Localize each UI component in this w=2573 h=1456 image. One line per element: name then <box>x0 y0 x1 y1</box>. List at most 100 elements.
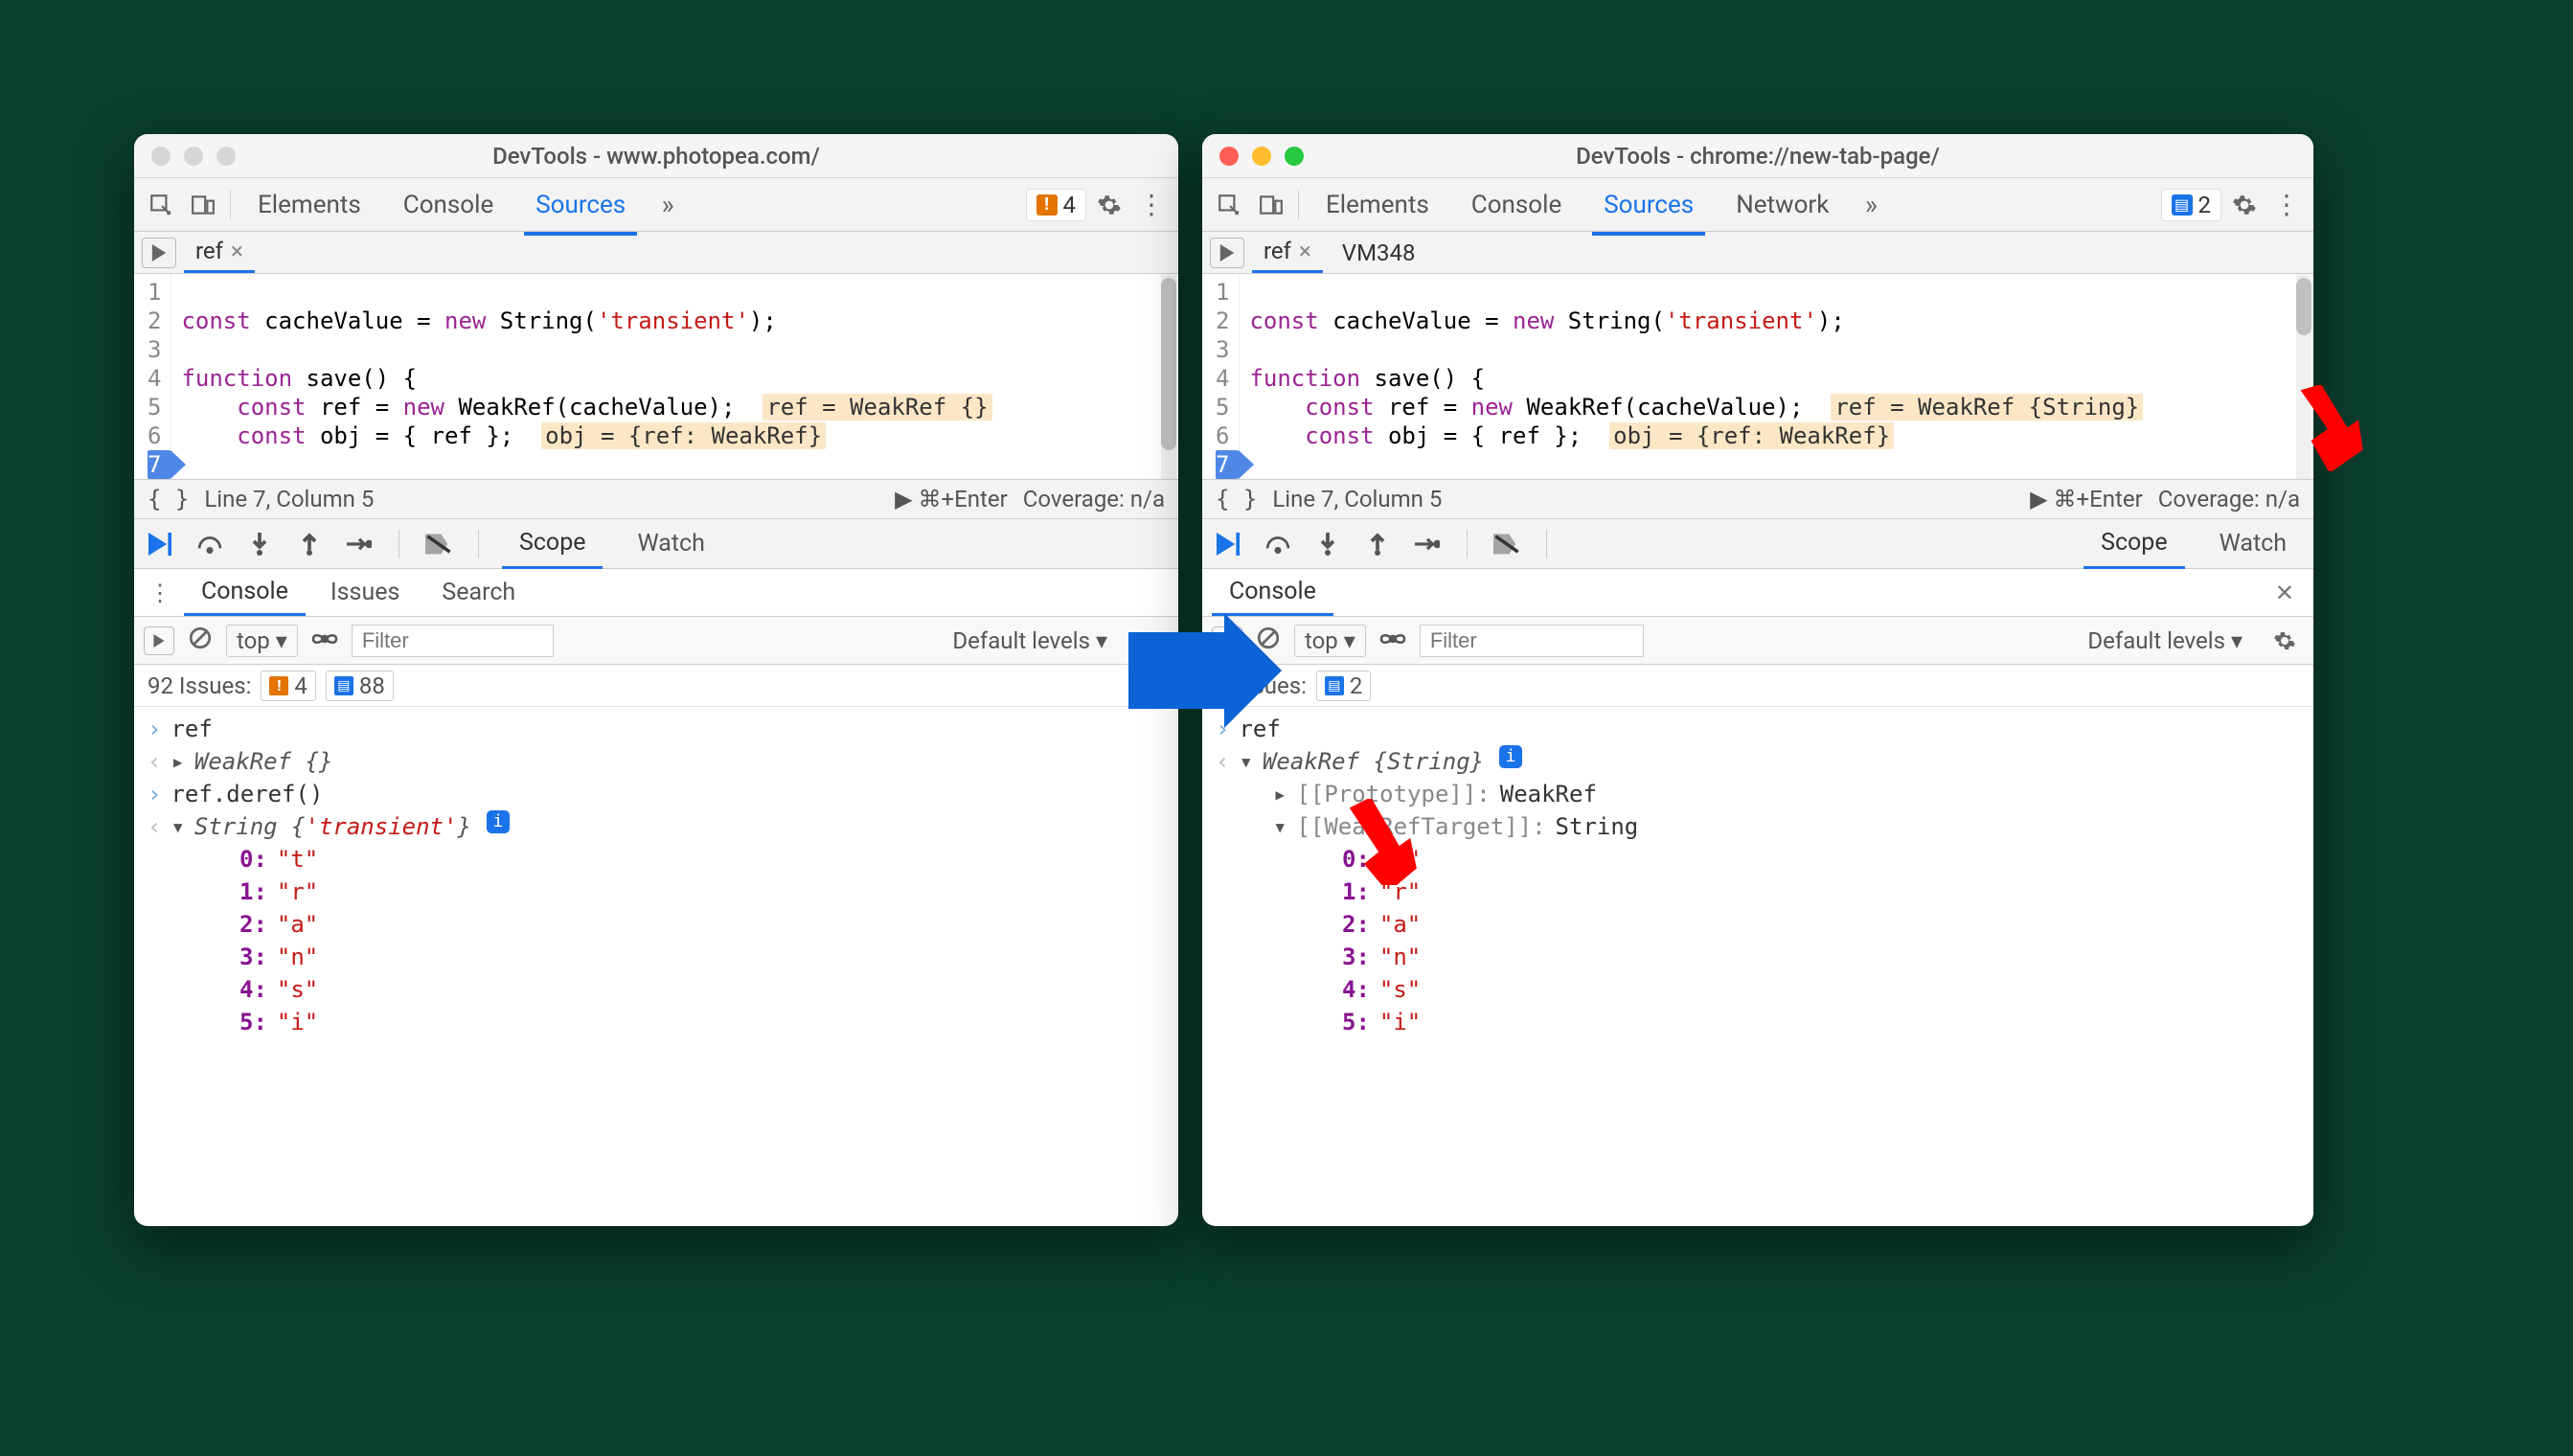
resume-icon[interactable] <box>144 528 176 560</box>
filter-input[interactable] <box>352 625 554 657</box>
tab-watch[interactable]: Watch <box>620 520 721 567</box>
property-row[interactable]: 4: "s" <box>148 973 1165 1006</box>
code-body[interactable]: const cacheValue = new String('transient… <box>171 274 1178 479</box>
code-editor[interactable]: 1234567 const cacheValue = new String('t… <box>134 274 1178 479</box>
property-row[interactable]: 1: "r" <box>148 876 1165 908</box>
kebab-icon[interactable]: ⋮ <box>1132 186 1171 224</box>
kebab-icon[interactable]: ⋮ <box>2267 186 2306 224</box>
step-icon[interactable] <box>343 528 376 560</box>
device-icon[interactable] <box>1252 186 1290 224</box>
property-row[interactable]: 5: "i" <box>148 1006 1165 1038</box>
tab-elements[interactable]: Elements <box>1307 181 1448 229</box>
clear-console-icon[interactable] <box>188 626 213 656</box>
log-levels[interactable]: Default levels▾ <box>2078 626 2252 656</box>
console-value[interactable]: WeakRef {String} <box>1263 745 1484 778</box>
property-row[interactable]: 4: "s" <box>1216 973 2300 1006</box>
maximize-icon[interactable] <box>216 147 236 166</box>
run-snippet-icon[interactable] <box>142 238 176 268</box>
gear-icon[interactable] <box>1090 186 1128 224</box>
tab-watch[interactable]: Watch <box>2202 520 2304 567</box>
property-row[interactable]: 5: "i" <box>1216 1006 2300 1038</box>
property-row[interactable]: 2: "a" <box>148 908 1165 941</box>
step-out-icon[interactable] <box>1361 528 1394 560</box>
tab-network[interactable]: Network <box>1717 181 1848 229</box>
log-levels[interactable]: Default levels▾ <box>943 626 1117 656</box>
close-icon[interactable] <box>151 147 171 166</box>
tab-sources[interactable]: Sources <box>516 181 645 229</box>
drawer-tab-console[interactable]: Console <box>1212 570 1333 616</box>
drawer-menu-icon[interactable]: ⋮ <box>144 580 176 606</box>
deactivate-breakpoints-icon[interactable] <box>1491 528 1523 560</box>
issues-summary[interactable]: 92 Issues: !4 ▤88 <box>134 665 1178 707</box>
close-tab-icon[interactable]: × <box>231 238 243 264</box>
run-snippet-icon[interactable] <box>1210 238 1244 268</box>
tab-elements[interactable]: Elements <box>239 181 380 229</box>
expand-icon[interactable]: ▸ <box>171 745 184 778</box>
weakref-target-value[interactable]: String <box>1556 810 1639 843</box>
format-icon[interactable]: { } <box>1216 486 1257 512</box>
console-output[interactable]: ›ref ‹▸WeakRef {} ›ref.deref() ‹▾String … <box>134 707 1178 1226</box>
file-tab-vm[interactable]: VM348 <box>1331 234 1427 272</box>
property-row[interactable]: 2: "a" <box>1216 908 2300 941</box>
console-value[interactable]: WeakRef {} <box>194 745 333 778</box>
maximize-icon[interactable] <box>1285 147 1304 166</box>
close-drawer-icon[interactable]: ✕ <box>2266 580 2304 606</box>
expand-icon[interactable]: ▸ <box>1273 778 1286 810</box>
run-hint[interactable]: ▶ ⌘+Enter <box>895 486 1008 512</box>
step-icon[interactable] <box>1411 528 1444 560</box>
file-tab-ref[interactable]: ref × <box>184 232 255 273</box>
tab-sources[interactable]: Sources <box>1584 181 1713 229</box>
collapse-icon[interactable]: ▾ <box>1273 810 1286 843</box>
context-selector[interactable]: top▾ <box>1294 625 1366 657</box>
drawer-tab-issues[interactable]: Issues <box>313 571 418 614</box>
property-row[interactable]: 0: "t" <box>148 843 1165 876</box>
step-into-icon[interactable] <box>1311 528 1344 560</box>
resume-icon[interactable] <box>1212 528 1244 560</box>
drawer-tab-console[interactable]: Console <box>184 570 306 616</box>
info-badge[interactable]: ▤ 2 <box>2161 189 2222 221</box>
collapse-icon[interactable]: ▾ <box>1239 745 1252 778</box>
file-tab-ref[interactable]: ref × <box>1252 232 1323 273</box>
drawer-tab-search[interactable]: Search <box>424 571 533 614</box>
issues-warn-chip[interactable]: !4 <box>261 671 316 701</box>
console-value[interactable]: String {'transient'} <box>194 810 471 843</box>
info-icon[interactable]: i <box>1499 745 1522 768</box>
coverage-label[interactable]: Coverage: n/a <box>2158 486 2300 512</box>
warnings-badge[interactable]: ! 4 <box>1026 189 1087 221</box>
close-tab-icon[interactable]: × <box>1299 238 1311 264</box>
inspect-icon[interactable] <box>142 186 180 224</box>
format-icon[interactable]: { } <box>148 486 189 512</box>
sidebar-toggle-icon[interactable] <box>144 626 174 655</box>
step-into-icon[interactable] <box>243 528 276 560</box>
live-expression-icon[interactable] <box>311 627 338 654</box>
close-icon[interactable] <box>1219 147 1239 166</box>
inspect-icon[interactable] <box>1210 186 1248 224</box>
gear-icon[interactable] <box>2225 186 2264 224</box>
property-row[interactable]: 3: "n" <box>1216 941 2300 973</box>
property-row[interactable]: 3: "n" <box>148 941 1165 973</box>
issues-summary[interactable]: 2 Issues: ▤2 <box>1202 665 2313 707</box>
filter-input[interactable] <box>1420 625 1645 657</box>
minimize-icon[interactable] <box>1252 147 1271 166</box>
issues-info-chip[interactable]: ▤88 <box>326 671 394 701</box>
more-tabs-icon[interactable]: » <box>649 186 687 224</box>
deactivate-breakpoints-icon[interactable] <box>422 528 455 560</box>
tab-console[interactable]: Console <box>384 181 512 229</box>
issues-info-chip[interactable]: ▤2 <box>1316 671 1372 701</box>
code-body[interactable]: const cacheValue = new String('transient… <box>1240 274 2313 479</box>
info-icon[interactable]: i <box>487 810 510 833</box>
code-editor[interactable]: 1234567 const cacheValue = new String('t… <box>1202 274 2313 479</box>
tab-scope[interactable]: Scope <box>2083 519 2184 569</box>
prototype-value[interactable]: WeakRef <box>1500 778 1597 810</box>
run-hint[interactable]: ▶ ⌘+Enter <box>2030 486 2143 512</box>
console-settings-icon[interactable] <box>2266 622 2304 660</box>
step-out-icon[interactable] <box>293 528 326 560</box>
step-over-icon[interactable] <box>194 528 226 560</box>
more-tabs-icon[interactable]: » <box>1852 186 1890 224</box>
collapse-icon[interactable]: ▾ <box>171 810 184 843</box>
minimize-icon[interactable] <box>184 147 203 166</box>
tab-console[interactable]: Console <box>1452 181 1581 229</box>
step-over-icon[interactable] <box>1262 528 1294 560</box>
device-icon[interactable] <box>184 186 222 224</box>
live-expression-icon[interactable] <box>1379 627 1406 654</box>
